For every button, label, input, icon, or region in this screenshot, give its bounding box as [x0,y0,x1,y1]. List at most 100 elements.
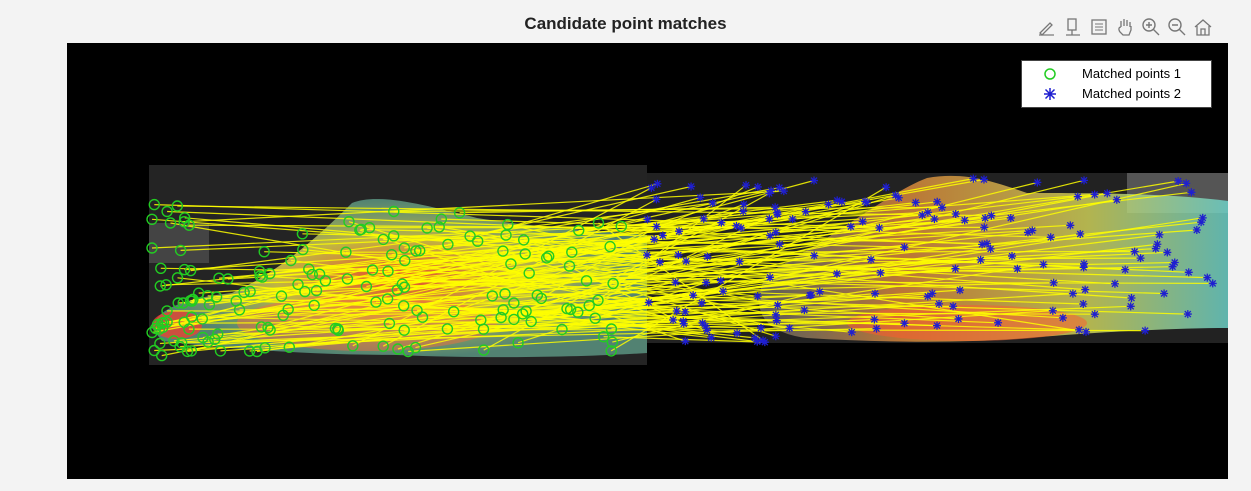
matched-point-2 [702,278,711,287]
matched-point-2 [775,240,784,249]
matched-point-2 [788,215,797,224]
matched-point-2 [1066,221,1075,230]
matched-point-2 [1163,248,1172,257]
matched-point-2 [846,222,855,231]
matched-point-2 [807,291,816,300]
matched-point-2 [698,318,707,327]
match-plot [146,165,1228,365]
matched-point-2 [955,286,964,295]
matched-point-2 [1090,190,1099,199]
matched-point-2 [703,326,712,335]
zoom-out-button[interactable] [1165,14,1189,40]
matched-point-2 [733,329,742,338]
zoom-in-icon [1142,18,1160,36]
matched-point-2 [1013,264,1022,273]
matched-point-2 [954,314,963,323]
matched-point-2 [994,318,1003,327]
matched-point-2 [832,269,841,278]
matched-point-2 [882,183,891,192]
matched-point-2 [951,264,960,273]
matched-point-2 [771,310,780,319]
matched-point-2 [933,197,942,206]
matched-point-2 [773,208,782,217]
matched-point-2 [742,181,751,190]
matched-point-2 [719,287,728,296]
matched-point-2 [658,231,667,240]
asterisk-marker-icon [1044,88,1056,100]
legend-label: Matched points 2 [1082,86,1182,101]
matched-point-2 [1182,179,1191,188]
matched-point-2 [739,207,748,216]
matched-point-2 [759,336,768,345]
zoom-in-button[interactable] [1139,14,1163,40]
matched-point-2 [697,299,706,308]
matched-point-2 [753,337,762,346]
matched-point-2 [653,179,662,188]
matched-point-2 [1141,326,1150,335]
matched-point-2 [756,324,765,333]
matched-point-2 [1126,302,1135,311]
matched-point-2 [1082,327,1091,336]
matched-point-2 [717,218,726,227]
matched-point-2 [867,255,876,264]
brush-tool-button[interactable] [1035,14,1059,40]
legend[interactable]: Matched points 1 Matched points 2 [1021,60,1212,108]
matched-point-2 [679,319,688,328]
matched-point-2 [1103,189,1112,198]
matched-point-2 [766,273,775,282]
matched-point-2 [681,307,690,316]
matched-point-2 [1058,313,1067,322]
plot-axes[interactable]: Matched points 1 Matched points 2 [67,43,1228,479]
matched-point-2 [1049,278,1058,287]
matched-point-2 [876,268,885,277]
matched-point-2 [875,223,884,232]
matched-point-2 [1192,225,1201,234]
matched-point-2 [1153,240,1162,249]
matched-point-2 [687,182,696,191]
matched-point-2 [1198,213,1207,222]
matched-point-2 [1127,294,1136,303]
matched-point-2 [1110,279,1119,288]
matched-point-2 [979,175,988,184]
matched-point-2 [847,328,856,337]
matched-point-2 [1155,230,1164,239]
matched-point-2 [986,244,995,253]
matched-point-2 [773,301,782,310]
matched-point-2 [647,183,656,192]
matched-point-2 [1183,310,1192,319]
matched-point-2 [928,289,937,298]
matched-point-2 [1136,254,1145,263]
matched-point-2 [976,255,985,264]
left-image-shelf [149,223,209,263]
matched-point-2 [732,221,741,230]
zoom-out-icon [1168,18,1186,36]
rotate-icon [1091,19,1107,35]
matched-point-2 [643,215,652,224]
matched-point-2 [949,302,958,311]
matched-point-2 [935,299,944,308]
home-button[interactable] [1191,14,1215,40]
data-tips-button[interactable] [1061,14,1085,40]
matched-point-2 [775,183,784,192]
matched-point-2 [911,198,920,207]
matched-point-2 [1008,252,1017,261]
matched-point-2 [815,287,824,296]
matched-point-2 [1068,289,1077,298]
pan-button[interactable] [1113,14,1137,40]
matched-point-2 [810,176,819,185]
matched-point-2 [643,251,652,260]
matched-point-2 [1081,285,1090,294]
matched-point-2 [980,223,989,232]
matched-point-2 [1080,259,1089,268]
matched-point-2 [800,306,809,315]
matched-point-2 [960,216,969,225]
brush-tool-icon [1039,22,1054,36]
data-tips-icon [1066,18,1080,36]
matched-point-2 [650,235,659,244]
pan-icon [1118,19,1132,36]
matched-point-2 [870,315,879,324]
circle-marker-icon [1044,68,1056,80]
matched-point-2 [644,298,653,307]
matched-point-2 [739,200,748,209]
restore-button[interactable] [1087,14,1111,40]
